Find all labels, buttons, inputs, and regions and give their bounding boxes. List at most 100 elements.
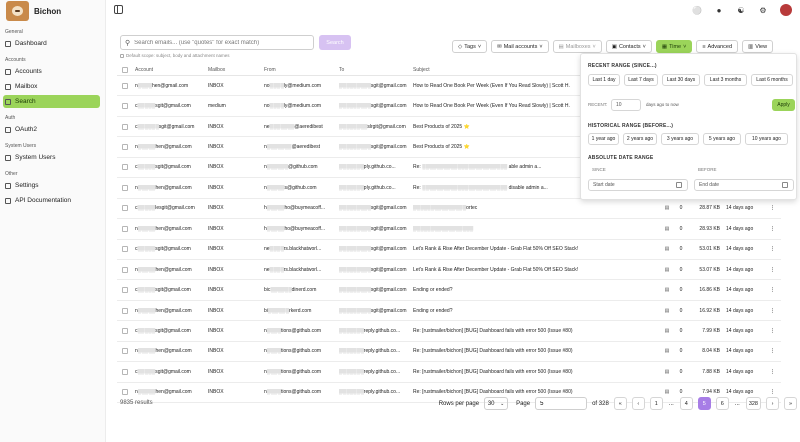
row-checkbox[interactable]: [122, 144, 128, 151]
row-menu-icon[interactable]: ⋮: [764, 348, 781, 354]
prev-page-button[interactable]: ‹: [631, 397, 645, 410]
table-row[interactable]: n░░░░░hen@gmail.com INBOX n░░░░tions@githu…: [117, 342, 781, 363]
search-box[interactable]: ⚲: [120, 35, 314, 50]
row-checkbox[interactable]: [122, 184, 128, 191]
sidebar-item-api-documentation[interactable]: API Documentation: [3, 194, 100, 207]
recent-last-7-days[interactable]: Last 7 days: [624, 74, 658, 86]
row-select-cell: [117, 123, 135, 130]
mail-icon: ✉: [497, 43, 502, 50]
row-checkbox[interactable]: [122, 348, 128, 355]
translate-icon[interactable]: ☯: [736, 5, 746, 15]
page-button-4[interactable]: 4: [679, 397, 693, 410]
page-button-1[interactable]: 1: [649, 397, 663, 410]
page-input[interactable]: [535, 397, 588, 410]
row-menu-icon[interactable]: ⋮: [764, 267, 781, 273]
bell-icon[interactable]: ⚪: [692, 5, 702, 15]
comment-icon: ▤: [664, 287, 670, 294]
last-page-button[interactable]: »: [784, 397, 797, 410]
filter-mailboxes-button[interactable]: ▤ Mailboxes ˅: [552, 40, 602, 53]
table-row[interactable]: c░░░░░sgit@gmail.com INBOX bic░░░░░░dinerd…: [117, 280, 781, 301]
rows-per-page-select[interactable]: 30 ⌄: [484, 397, 509, 410]
header-mailbox[interactable]: Mailbox: [208, 67, 264, 73]
filter-advanced-button[interactable]: ≡ Advanced: [696, 40, 739, 53]
brand[interactable]: Bichon: [0, 0, 105, 22]
chevron-down-icon: ˅: [477, 43, 482, 50]
first-page-button[interactable]: «: [613, 397, 627, 410]
search-input[interactable]: [134, 39, 305, 46]
row-menu-icon[interactable]: ⋮: [764, 389, 781, 395]
header-to[interactable]: To: [339, 67, 413, 73]
recent-last-30-days[interactable]: Last 30 days: [662, 74, 700, 86]
row-checkbox[interactable]: [122, 389, 128, 396]
filter-contacts-button[interactable]: ▣ Contacts ˅: [605, 40, 652, 53]
row-checkbox[interactable]: [122, 205, 128, 212]
avatar[interactable]: [780, 4, 792, 16]
table-row[interactable]: n░░░░░hen@gmail.com INBOX h░░░░░ho@buymeac…: [117, 219, 781, 240]
cell-account: c░░░░░sgit@gmail.com: [135, 368, 191, 375]
filter-time-button[interactable]: ▦ Time ˅: [655, 40, 693, 53]
row-checkbox[interactable]: [122, 287, 128, 294]
recent-last-6-months[interactable]: Last 6 months: [751, 74, 793, 86]
sidebar-item-settings[interactable]: Settings: [3, 179, 100, 192]
sidebar-item-oauth2[interactable]: OAuth2: [3, 123, 100, 136]
row-checkbox[interactable]: [122, 246, 128, 253]
start-date-input[interactable]: Start date: [588, 179, 688, 191]
apply-button[interactable]: Apply: [772, 99, 795, 111]
historical-5-years[interactable]: 5 years ago: [703, 133, 741, 145]
filter-view-button[interactable]: ▥ View: [742, 40, 774, 53]
page-button-6[interactable]: 6: [715, 397, 729, 410]
filter-tags-button[interactable]: ◇ Tags ˅: [452, 40, 488, 53]
row-checkbox[interactable]: [122, 266, 128, 273]
table-row[interactable]: n░░░░░hen@gmail.com INBOX ne░░░░rs.blackha…: [117, 260, 781, 281]
row-checkbox[interactable]: [122, 225, 128, 232]
row-checkbox[interactable]: [122, 123, 128, 130]
end-date-input[interactable]: End date: [694, 179, 794, 191]
cell-from: ne░░░░rs.blackhatworl...: [264, 266, 322, 273]
page-button-328[interactable]: 328: [745, 397, 761, 410]
sidebar-item-system-users[interactable]: System Users: [3, 151, 100, 164]
table-row[interactable]: c░░░░░sgit@gmail.com INBOX n░░░░tions@gith…: [117, 362, 781, 383]
historical-3-years[interactable]: 3 years ago: [661, 133, 699, 145]
row-menu-icon[interactable]: ⋮: [764, 246, 781, 252]
row-checkbox[interactable]: [122, 164, 128, 171]
sidebar-toggle-icon[interactable]: [114, 5, 123, 14]
cell-account: c░░░░░sgit@gmail.com: [135, 246, 191, 253]
row-checkbox[interactable]: [122, 327, 128, 334]
filter-mail-accounts-button[interactable]: ✉ Mail accounts ˅: [491, 40, 549, 53]
historical-2-years[interactable]: 2 years ago: [623, 133, 657, 145]
historical-1-year[interactable]: 1 year ago: [588, 133, 619, 145]
sidebar-item-accounts[interactable]: Accounts: [3, 65, 100, 78]
search-button[interactable]: Search: [319, 35, 351, 50]
historical-10-years[interactable]: 10 years ago: [745, 133, 788, 145]
row-menu-icon[interactable]: ⋮: [764, 205, 781, 211]
view-icon: ▥: [748, 43, 754, 50]
table-row[interactable]: c░░░░░sgit@gmail.com INBOX ne░░░░rs.blackh…: [117, 240, 781, 260]
row-checkbox[interactable]: [122, 368, 128, 375]
row-menu-icon[interactable]: ⋮: [764, 287, 781, 293]
recent-last-3-months[interactable]: Last 3 months: [704, 74, 747, 86]
page-button-5[interactable]: 5: [697, 397, 711, 410]
table-row[interactable]: n░░░░░hen@gmail.com INBOX bi░░░░░░rkerd.co…: [117, 301, 781, 322]
table-row[interactable]: c░░░░░lesgit@gmail.com INBOX h░░░░░ho@buym…: [117, 199, 781, 220]
row-checkbox[interactable]: [122, 82, 128, 89]
row-checkbox[interactable]: [122, 103, 128, 110]
sidebar-item-dashboard[interactable]: Dashboard: [3, 37, 100, 50]
header-from[interactable]: From: [264, 67, 339, 73]
row-menu-icon[interactable]: ⋮: [764, 226, 781, 232]
sidebar-item-search[interactable]: Search: [3, 95, 100, 108]
row-menu-icon[interactable]: ⋮: [764, 369, 781, 375]
table-row[interactable]: c░░░░░sgit@gmail.com INBOX n░░░░tions@gith…: [117, 321, 781, 342]
row-checkbox[interactable]: [122, 307, 128, 314]
select-all-checkbox[interactable]: [122, 67, 128, 73]
recent-last-1-day[interactable]: Last 1 day: [588, 74, 620, 86]
row-menu-icon[interactable]: ⋮: [764, 328, 781, 334]
next-page-button[interactable]: ›: [766, 397, 779, 410]
theme-icon[interactable]: ⚙: [758, 5, 768, 15]
github-icon[interactable]: ●: [714, 5, 724, 15]
recent-days-input[interactable]: 10: [611, 99, 641, 111]
sidebar-item-mailbox[interactable]: Mailbox: [3, 80, 100, 93]
cell-from: n░░░░tions@github.com: [264, 389, 322, 396]
row-menu-icon[interactable]: ⋮: [764, 308, 781, 314]
hint-checkbox[interactable]: [120, 53, 124, 58]
header-account[interactable]: Account: [135, 67, 208, 73]
